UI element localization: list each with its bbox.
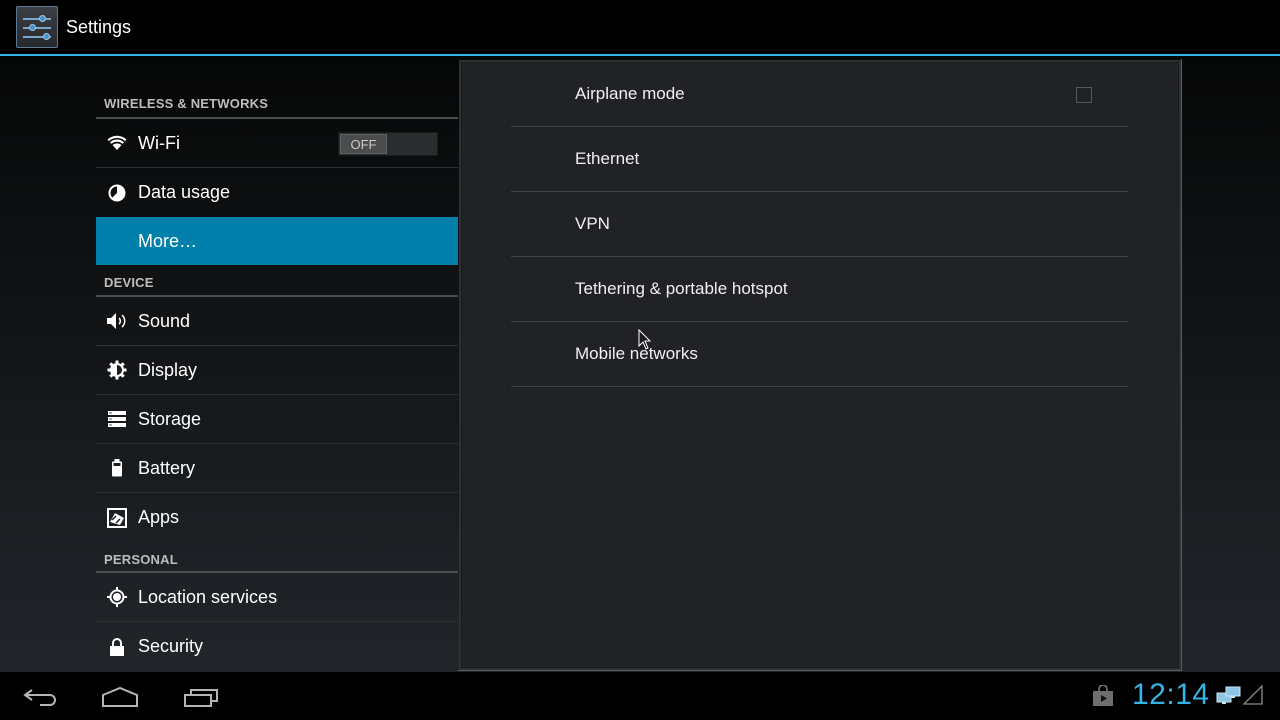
sidebar-item-apps[interactable]: Apps bbox=[96, 493, 458, 542]
row-label: Tethering & portable hotspot bbox=[575, 279, 788, 298]
row-label: Mobile networks bbox=[575, 344, 698, 363]
settings-sidebar: WIRELESS & NETWORKS Wi-Fi OFF Data usage… bbox=[96, 56, 458, 672]
sound-icon bbox=[104, 310, 130, 332]
sidebar-item-storage[interactable]: Storage bbox=[96, 395, 458, 444]
battery-icon bbox=[104, 457, 130, 479]
wifi-icon bbox=[104, 132, 130, 154]
sidebar-item-sound[interactable]: Sound bbox=[96, 297, 458, 346]
lock-icon bbox=[104, 636, 130, 658]
row-label: VPN bbox=[575, 214, 610, 233]
sidebar-item-battery[interactable]: Battery bbox=[96, 444, 458, 493]
sidebar-item-display[interactable]: Display bbox=[96, 346, 458, 395]
ethernet-connected-icon bbox=[1216, 686, 1242, 711]
sidebar-item-location-services[interactable]: Location services bbox=[96, 573, 458, 622]
category-label: WIRELESS & NETWORKS bbox=[104, 96, 269, 111]
status-clock[interactable]: 12:14 bbox=[1132, 678, 1210, 712]
signal-empty-icon bbox=[1242, 684, 1263, 710]
row-vpn[interactable]: VPN bbox=[511, 192, 1128, 257]
sidebar-item-more[interactable]: More… bbox=[96, 217, 458, 265]
sidebar-item-label: Data usage bbox=[138, 182, 231, 202]
recent-apps-icon[interactable] bbox=[183, 686, 219, 713]
data-usage-icon bbox=[104, 182, 130, 204]
row-mobile-networks[interactable]: Mobile networks bbox=[511, 322, 1128, 387]
back-icon[interactable] bbox=[22, 686, 58, 713]
sidebar-item-label: Sound bbox=[138, 310, 191, 331]
category-label: DEVICE bbox=[104, 275, 154, 290]
home-icon[interactable] bbox=[101, 686, 139, 713]
row-label: Airplane mode bbox=[575, 84, 685, 103]
sidebar-item-label: Apps bbox=[138, 507, 180, 527]
category-wireless-networks: WIRELESS & NETWORKS bbox=[96, 56, 458, 119]
sidebar-item-data-usage[interactable]: Data usage bbox=[96, 168, 458, 217]
sidebar-item-label: Storage bbox=[138, 408, 202, 429]
location-icon bbox=[104, 586, 130, 608]
storage-icon bbox=[104, 408, 130, 430]
row-tethering-hotspot[interactable]: Tethering & portable hotspot bbox=[511, 257, 1128, 322]
row-airplane-mode[interactable]: Airplane mode bbox=[511, 62, 1128, 127]
display-icon bbox=[104, 359, 130, 381]
more-settings-panel: Airplane mode Ethernet VPN Tethering & p… bbox=[458, 59, 1182, 671]
airplane-mode-checkbox[interactable] bbox=[1076, 87, 1092, 103]
row-ethernet[interactable]: Ethernet bbox=[511, 127, 1128, 192]
action-bar: Settings bbox=[0, 0, 1280, 56]
sidebar-item-wifi[interactable]: Wi-Fi OFF bbox=[96, 119, 458, 168]
sidebar-item-security[interactable]: Security bbox=[96, 622, 458, 671]
apps-icon bbox=[104, 507, 130, 529]
sidebar-item-label: More… bbox=[138, 230, 198, 251]
category-label: PERSONAL bbox=[104, 552, 178, 567]
sidebar-item-label: Security bbox=[138, 636, 204, 656]
system-navigation-bar bbox=[0, 672, 1280, 720]
app-title: Settings bbox=[66, 16, 132, 37]
wifi-toggle[interactable]: OFF bbox=[338, 132, 438, 156]
wifi-toggle-state: OFF bbox=[340, 134, 387, 154]
more-settings-list: Airplane mode Ethernet VPN Tethering & p… bbox=[511, 62, 1128, 387]
sidebar-item-label: Location services bbox=[138, 586, 278, 607]
category-device: DEVICE bbox=[96, 265, 458, 297]
settings-sliders-icon[interactable] bbox=[16, 6, 58, 48]
main-area: WIRELESS & NETWORKS Wi-Fi OFF Data usage… bbox=[0, 56, 1280, 672]
category-personal: PERSONAL bbox=[96, 542, 458, 573]
sidebar-item-label: Display bbox=[138, 359, 198, 380]
play-store-notification-icon[interactable] bbox=[1092, 684, 1114, 712]
row-label: Ethernet bbox=[575, 149, 640, 168]
mouse-cursor-icon bbox=[638, 328, 652, 356]
sidebar-item-label: Wi-Fi bbox=[138, 132, 180, 153]
sidebar-item-label: Battery bbox=[138, 457, 196, 478]
